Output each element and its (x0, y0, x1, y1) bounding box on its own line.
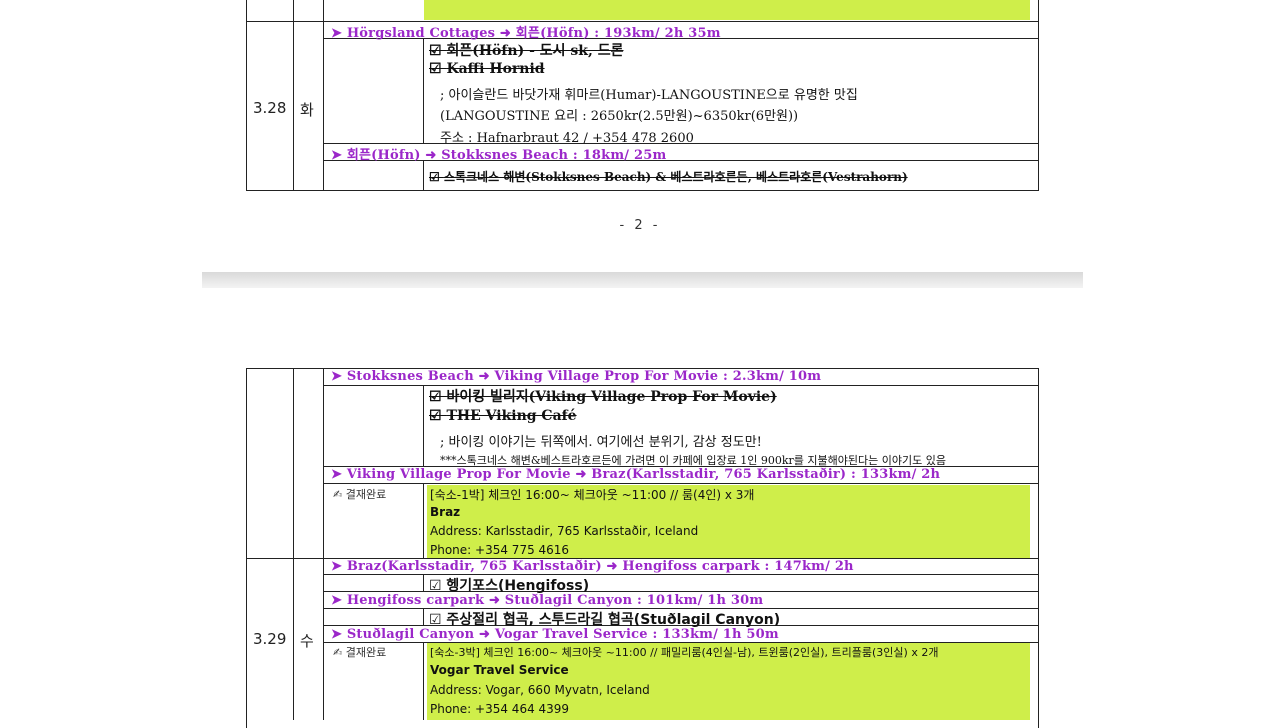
route-horgsland-hofn: ➤ Hörgsland Cottages ➜ 회픈(Höfn) : 193km/… (331, 26, 721, 41)
item-studlagil: ☑ 주상절리 협곡, 스투드라길 협곡(Stuðlagil Canyon) (429, 612, 781, 628)
route-studlagil-vogar: ➤ Stuðlagil Canyon ➜ Vogar Travel Servic… (331, 627, 779, 642)
page-separator (202, 272, 1083, 288)
route-stokksnes-viking: ➤ Stokksnes Beach ➜ Viking Village Prop … (331, 369, 822, 384)
stay-1-name: Braz (430, 505, 461, 519)
item-stokksnes: ☑ 스톡크네스 해변(Stokksnes Beach) & 베스트라호른든, 베… (429, 170, 908, 184)
route-hofn-stokksnes: ➤ 회픈(Höfn) ➜ Stokksnes Beach : 18km/ 25m (331, 148, 667, 163)
route-hengifoss-studlagil: ➤ Hengifoss carpark ➜ Stuðlagil Canyon :… (331, 593, 764, 608)
payment-status-1: ✍ 결재완료 (333, 488, 387, 501)
stay-2-address: Address: Vogar, 660 Myvatn, Iceland (430, 683, 650, 697)
item-hengifoss: ☑ 헹기포스(Hengifoss) (429, 578, 590, 594)
stay-1-phone: Phone: +354 775 4616 (430, 543, 570, 557)
viking-description: ; 바이킹 이야기는 뒤쪽에서. 여기에선 분위기, 감상 정도만! (440, 435, 762, 450)
date-cell: 3.28 (253, 99, 287, 117)
item-hofn-city: ☑ 회픈(Höfn) - 도시 sk, 드론 (429, 43, 624, 59)
route-braz-hengifoss: ➤ Braz(Karlsstadir, 765 Karlsstaðir) ➜ H… (331, 559, 854, 574)
stay-2-checkin: [숙소-3박] 체크인 16:00~ 체크아웃 ~11:00 // 패밀리룸(4… (430, 646, 939, 659)
stay-2-phone: Phone: +354 464 4399 (430, 702, 570, 716)
date-cell-2: 3.29 (253, 630, 287, 648)
viking-note: ***스톡크네스 해변&베스트라호르든에 가려면 이 카페에 입장료 1인 90… (440, 454, 946, 467)
page-number: - 2 - (619, 218, 661, 233)
stay-2-name: Vogar Travel Service (430, 663, 569, 677)
day-cell: 화 (300, 101, 314, 119)
stay-1-address: Address: Karlsstadir, 765 Karlsstaðir, I… (430, 524, 699, 538)
item-kaffi-hornid: ☑ Kaffi Hornid (429, 61, 545, 77)
kaffi-description: ; 아이슬란드 바닷가재 휘마르(Humar)-LANGOUSTINE으로 유명… (440, 88, 858, 103)
item-viking-cafe: ☑ THE Viking Café (429, 408, 577, 424)
item-viking-village: ☑ 바이킹 빌리지(Viking Village Prop For Movie) (429, 389, 777, 405)
kaffi-price: (LANGOUSTINE 요리 : 2650kr(2.5만원)~6350kr(6… (440, 109, 799, 124)
stay-1-checkin: [숙소-1박] 체크인 16:00~ 체크아웃 ~11:00 // 룸(4인) … (430, 488, 755, 502)
route-viking-braz: ➤ Viking Village Prop For Movie ➜ Braz(K… (331, 467, 941, 482)
day-cell-2: 수 (300, 632, 314, 650)
payment-status-2: ✍ 결재완료 (333, 646, 387, 659)
